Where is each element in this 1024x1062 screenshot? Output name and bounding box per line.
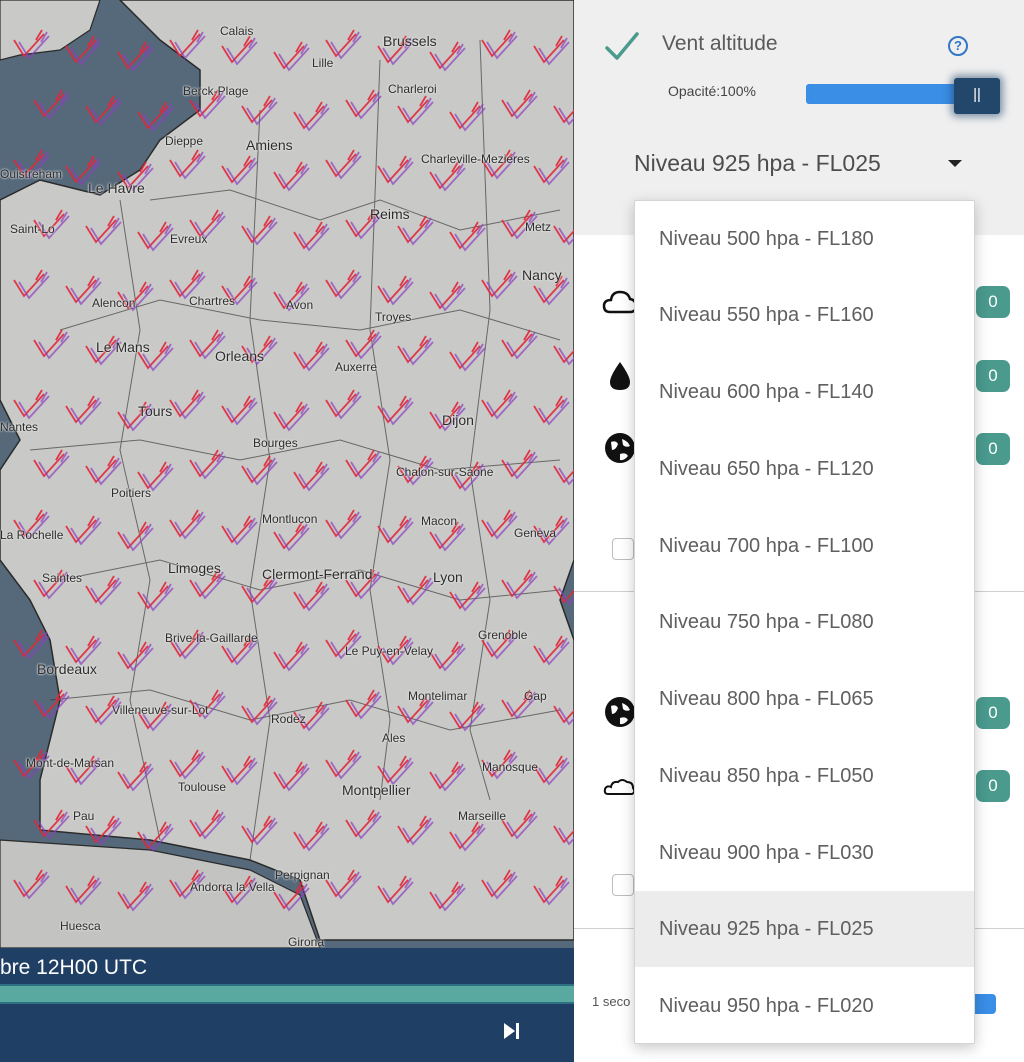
city-label: Lyon	[433, 569, 463, 585]
city-label: Metz	[525, 220, 552, 234]
city-label: Orleans	[215, 348, 265, 364]
opacity-slider-handle[interactable]: ||	[954, 78, 1000, 114]
city-label: Rodez	[271, 712, 306, 726]
city-label: Clermont-Ferrand	[262, 566, 373, 582]
row-badge: 0	[976, 697, 1010, 729]
city-label: Berck-Plage	[183, 84, 249, 98]
city-label: Grenoble	[478, 628, 528, 642]
dropdown-option[interactable]: Niveau 750 hpa - FL080	[635, 584, 974, 660]
city-label: Marseille	[458, 809, 507, 823]
city-label: Evreux	[170, 232, 208, 246]
opacity-slider-track[interactable]	[806, 84, 971, 104]
city-label: Dieppe	[165, 134, 204, 148]
city-label: Charleroi	[388, 82, 437, 96]
city-label: Limoges	[168, 560, 221, 576]
city-label: Auxerre	[335, 360, 378, 374]
city-label: Calais	[220, 24, 254, 38]
city-label: Montelimar	[408, 689, 468, 703]
city-label: Charleville-Mezieres	[421, 152, 530, 166]
city-label: Villeneuve-sur-Lot	[112, 703, 209, 717]
opacity-label: Opacité:100%	[668, 83, 756, 99]
row-badge: 0	[976, 286, 1010, 318]
dropdown-option[interactable]: Niveau 700 hpa - FL100	[635, 508, 974, 584]
layer-title: Vent altitude	[662, 32, 778, 55]
dropdown-option[interactable]: Niveau 550 hpa - FL160	[635, 277, 974, 353]
city-label: Le Mans	[96, 339, 150, 355]
city-label: Amiens	[246, 137, 293, 153]
city-label: Dijon	[442, 412, 474, 428]
city-label: Bourges	[253, 436, 298, 450]
check-icon[interactable]	[602, 26, 642, 66]
city-label: Avon	[286, 298, 314, 312]
city-label: Chalon-sur-Saone	[396, 465, 494, 479]
dropdown-option[interactable]: Niveau 950 hpa - FL020	[635, 968, 974, 1043]
level-select-value: Niveau 925 hpa - FL025	[634, 150, 881, 176]
skip-next-icon	[504, 1023, 519, 1039]
city-label: Lille	[312, 56, 334, 70]
city-label: Brive-la-Gaillarde	[165, 631, 258, 645]
dropdown-option[interactable]: Niveau 850 hpa - FL050	[635, 738, 974, 814]
dropdown-option[interactable]: Niveau 800 hpa - FL065	[635, 661, 974, 737]
checkbox[interactable]	[612, 538, 634, 560]
city-label: Alencon	[92, 296, 136, 310]
row-badge: 0	[976, 433, 1010, 465]
city-label: Reims	[370, 206, 410, 222]
city-label: Toulouse	[178, 780, 227, 794]
city-label: Ouistreham	[0, 167, 63, 181]
dropdown-option[interactable]: Niveau 650 hpa - FL120	[635, 431, 974, 507]
city-label: Brussels	[383, 33, 437, 49]
city-label: Saint-Lo	[10, 222, 55, 236]
city-label: Bordeaux	[37, 661, 97, 677]
city-label: Andorra la Vella	[190, 880, 275, 894]
city-label: La Rochelle	[0, 528, 64, 542]
weather-map[interactable]: Brussels Charleroi Calais Berck-Plage Lille A…	[0, 0, 574, 1062]
city-label: Perpignan	[275, 868, 330, 882]
row-badge: 0	[976, 770, 1010, 802]
dropdown-option-selected[interactable]: Niveau 925 hpa - FL025	[635, 891, 974, 967]
city-label: Le Puy-en-Velay	[345, 644, 434, 658]
city-label: Gap	[524, 689, 547, 703]
timeline-progress[interactable]	[0, 984, 574, 1004]
city-label: Saintes	[42, 571, 83, 585]
city-label: Macon	[421, 514, 458, 528]
city-label: Nantes	[0, 420, 39, 434]
droplet-icon	[610, 362, 630, 390]
city-label: Manosque	[482, 760, 539, 774]
animation-speed-label: 1 seco	[592, 994, 631, 1009]
checkbox[interactable]	[612, 874, 634, 896]
level-dropdown-menu[interactable]: Niveau 500 hpa - FL180 Niveau 550 hpa - …	[634, 200, 975, 1044]
city-label: Geneva	[514, 526, 557, 540]
cloud-icon	[602, 290, 638, 314]
city-label: Montlucon	[262, 512, 318, 526]
city-label: Tours	[138, 403, 173, 419]
city-label: Huesca	[60, 919, 101, 933]
city-label: Chartres	[189, 294, 236, 308]
player-controls	[0, 1004, 574, 1062]
city-label: Poitiers	[111, 486, 152, 500]
level-select[interactable]: Niveau 925 hpa - FL025	[634, 146, 974, 182]
dropdown-option[interactable]: Niveau 600 hpa - FL140	[635, 354, 974, 430]
cloud-outline-icon	[603, 779, 636, 795]
row-badge: 0	[976, 360, 1010, 392]
city-label: Girona	[288, 935, 325, 949]
dropdown-option[interactable]: Niveau 900 hpa - FL030	[635, 815, 974, 891]
city-label: Ales	[382, 731, 406, 745]
city-label: Montpellier	[342, 782, 411, 798]
city-label: Le Havre	[88, 180, 145, 196]
help-icon[interactable]: ?	[948, 36, 968, 56]
forecast-time-label: bre 12H00 UTC	[0, 956, 148, 979]
city-label: Troyes	[375, 310, 412, 324]
dropdown-option[interactable]: Niveau 500 hpa - FL180	[635, 201, 974, 277]
globe-icon	[605, 697, 635, 727]
city-label: Pau	[73, 809, 95, 823]
city-label: Nancy	[522, 267, 562, 283]
skip-next-button[interactable]	[496, 1016, 526, 1046]
globe-icon	[605, 433, 635, 463]
city-label: Mont-de-Marsan	[26, 756, 115, 770]
caret-down-icon	[948, 160, 962, 167]
